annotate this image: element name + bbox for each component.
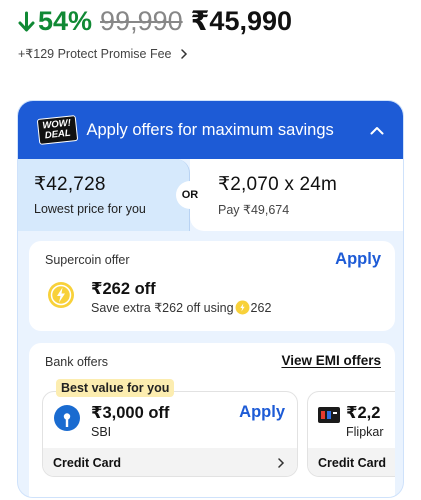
offers-header[interactable]: WOW! DEAL Apply offers for maximum savin… bbox=[18, 101, 403, 159]
supercoin-offer-card: Supercoin offer Apply ₹262 off Save extr… bbox=[29, 241, 395, 331]
mrp-price: 99,990 bbox=[100, 6, 183, 36]
price-options: ₹42,728 Lowest price for you OR ₹2,070 x… bbox=[18, 159, 403, 231]
bank-offer-tile[interactable]: ₹3,000 off SBI Apply Credit Card bbox=[42, 391, 298, 477]
wow-deal-badge: WOW! DEAL bbox=[36, 115, 78, 145]
arrow-down-icon bbox=[18, 11, 35, 31]
bank-offer-amount: ₹2,2 bbox=[346, 404, 381, 422]
best-value-tag: Best value for you bbox=[56, 379, 175, 397]
emi-price: ₹2,070 x 24m bbox=[218, 174, 338, 195]
supercoin-apply-button[interactable]: Apply bbox=[335, 250, 381, 269]
chevron-right-icon bbox=[180, 48, 187, 59]
emi-total-label: Pay ₹49,674 bbox=[218, 203, 290, 217]
chevron-right-icon bbox=[278, 458, 285, 468]
protect-fee-text: +₹129 Protect Promise Fee bbox=[18, 47, 172, 61]
card-type-row[interactable]: Credit Card bbox=[43, 448, 297, 476]
sbi-logo-icon bbox=[54, 405, 80, 431]
bank-offer-tile[interactable]: ₹2,2 Flipkar Credit Card bbox=[307, 391, 395, 477]
supercoin-count: 262 bbox=[250, 300, 272, 315]
bank-offers-title: Bank offers bbox=[45, 355, 109, 369]
discount-badge: 54% bbox=[18, 6, 92, 37]
lowest-price-tab[interactable]: ₹42,728 Lowest price for you bbox=[18, 159, 190, 231]
protect-fee-row[interactable]: +₹129 Protect Promise Fee bbox=[18, 46, 188, 61]
supercoin-icon bbox=[48, 282, 74, 308]
supercoin-desc-text: Save extra ₹262 off using bbox=[91, 301, 234, 315]
offers-title: Apply offers for maximum savings bbox=[86, 120, 334, 139]
supercoin-title: Supercoin offer bbox=[45, 253, 130, 267]
emi-price-tab[interactable]: ₹2,070 x 24m Pay ₹49,674 bbox=[190, 159, 403, 231]
card-type-label: Credit Card bbox=[53, 456, 122, 470]
discount-percent: 54% bbox=[38, 6, 93, 36]
flipkart-card-icon bbox=[318, 407, 340, 423]
bank-offer-amount: ₹3,000 off bbox=[91, 404, 170, 422]
bank-name: Flipkar bbox=[346, 425, 384, 439]
supercoin-description: Save extra ₹262 off using 262 bbox=[91, 300, 272, 316]
bank-offer-apply-button[interactable]: Apply bbox=[239, 403, 285, 422]
lowest-price-label: Lowest price for you bbox=[34, 202, 146, 216]
bank-offers-card: Bank offers View EMI offers Best value f… bbox=[29, 343, 395, 497]
card-type-label: Credit Card bbox=[318, 456, 387, 470]
price-row: 54% 99,990 ₹45,990 bbox=[18, 6, 292, 37]
final-price: ₹45,990 bbox=[190, 6, 293, 36]
chevron-up-icon[interactable] bbox=[367, 120, 387, 140]
offers-card: WOW! DEAL Apply offers for maximum savin… bbox=[17, 100, 404, 498]
or-divider: OR bbox=[176, 181, 204, 209]
wow-badge-line2: DEAL bbox=[44, 127, 72, 142]
lowest-price: ₹42,728 bbox=[34, 174, 106, 195]
supercoin-amount: ₹262 off bbox=[91, 280, 156, 298]
bank-name: SBI bbox=[91, 425, 112, 439]
view-emi-offers-link[interactable]: View EMI offers bbox=[281, 353, 381, 368]
coin-icon bbox=[235, 300, 250, 315]
card-type-row[interactable]: Credit Card bbox=[308, 448, 395, 476]
